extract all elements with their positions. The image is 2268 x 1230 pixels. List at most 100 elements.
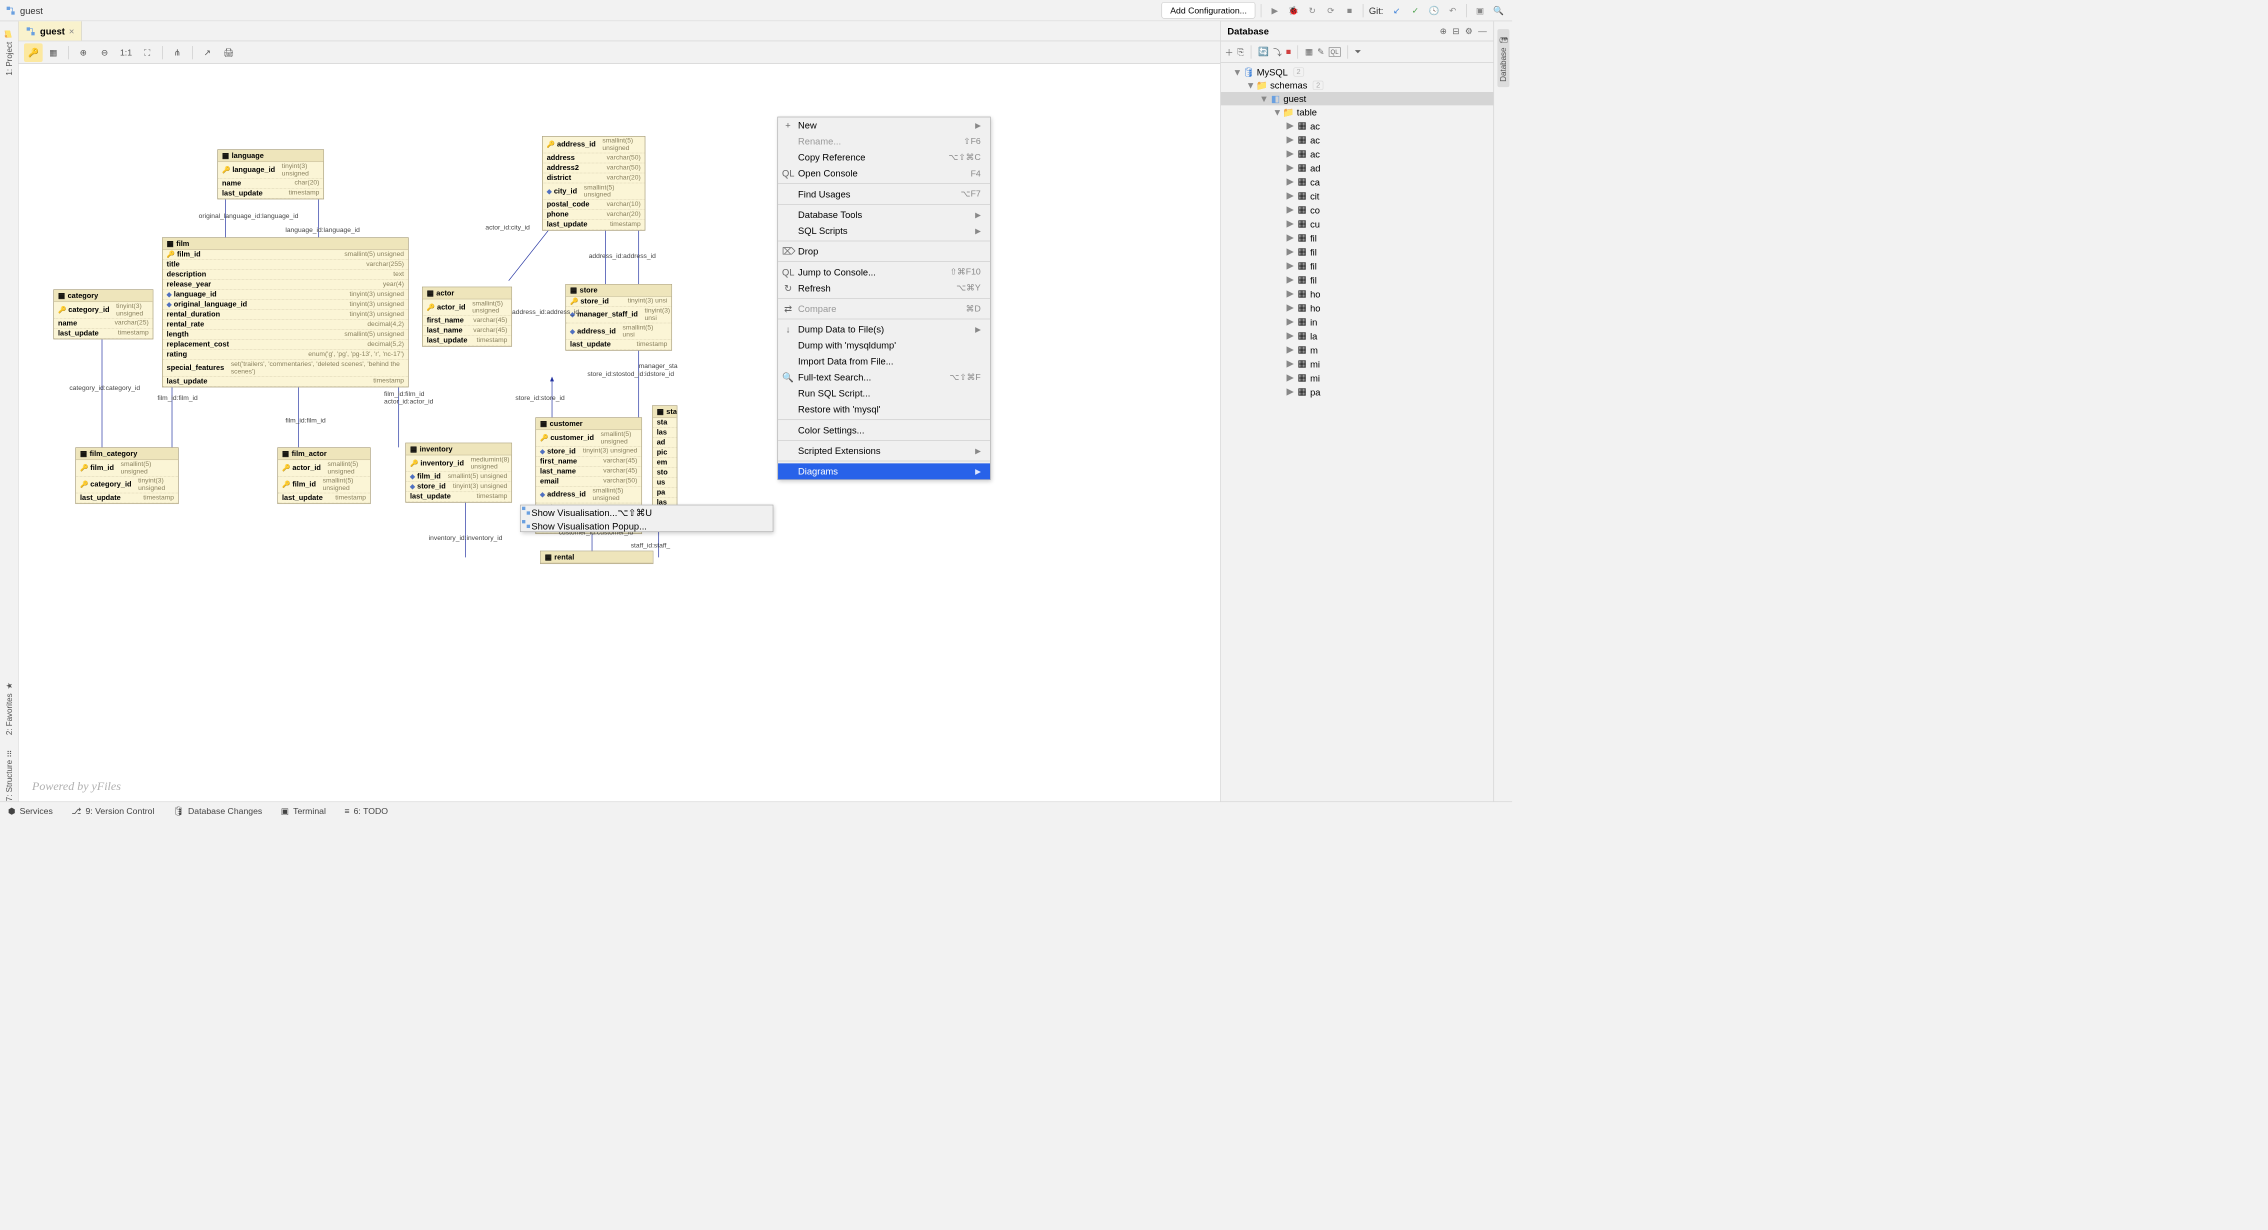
menu-item-import-data-from-file-[interactable]: Import Data from File... bbox=[778, 353, 990, 369]
tree-table-item[interactable]: ▶▦mi bbox=[1221, 357, 1494, 371]
zoom-actual-icon[interactable]: 1:1 bbox=[117, 43, 136, 62]
services-tab[interactable]: ⬢Services bbox=[8, 806, 53, 817]
terminal-tab[interactable]: ▣Terminal bbox=[281, 806, 326, 817]
menu-item-dump-with-mysqldump-[interactable]: Dump with 'mysqldump' bbox=[778, 337, 990, 353]
database-tool-tab[interactable]: Database🛢 bbox=[1497, 29, 1509, 87]
menu-item-full-text-search-[interactable]: 🔍Full-text Search...⌥⇧⌘F bbox=[778, 369, 990, 385]
version-control-tab[interactable]: ⎇9: Version Control bbox=[71, 806, 154, 817]
menu-item-restore-with-mysql-[interactable]: Restore with 'mysql' bbox=[778, 401, 990, 417]
layout-icon[interactable]: ⋔ bbox=[168, 43, 187, 62]
sync-icon[interactable]: ⤵ bbox=[1273, 45, 1282, 58]
menu-item-open-console[interactable]: QLOpen ConsoleF4 bbox=[778, 165, 990, 181]
stop-icon[interactable]: ■ bbox=[1286, 47, 1291, 57]
tree-table-item[interactable]: ▶▦fil bbox=[1221, 231, 1494, 245]
table-view-icon[interactable]: ▦ bbox=[1305, 46, 1313, 57]
close-tab-icon[interactable]: × bbox=[69, 26, 74, 37]
tree-table-item[interactable]: ▶▦in bbox=[1221, 315, 1494, 329]
menu-item-diagrams[interactable]: Diagrams▶ bbox=[778, 463, 990, 479]
export-icon[interactable]: ↗ bbox=[198, 43, 217, 62]
key-columns-icon[interactable]: 🔑 bbox=[24, 43, 43, 62]
db-changes-tab[interactable]: 🛢Database Changes bbox=[173, 806, 262, 817]
filter-icon[interactable]: ⏷ bbox=[1355, 46, 1362, 57]
entity-actor[interactable]: ▦actor 🔑actor_idsmallint(5) unsigned fir… bbox=[422, 287, 512, 347]
entity-film-actor[interactable]: ▦film_actor 🔑actor_idsmallint(5) unsigne… bbox=[277, 447, 370, 504]
refresh-icon[interactable]: 🔄 bbox=[1258, 46, 1269, 57]
entity-language[interactable]: ▦language 🔑language_idtinyint(3) unsigne… bbox=[217, 149, 324, 199]
tree-table-item[interactable]: ▶▦co bbox=[1221, 203, 1494, 217]
ide-scripting-icon[interactable]: ▣ bbox=[1472, 2, 1488, 18]
menu-item-find-usages[interactable]: Find Usages⌥F7 bbox=[778, 186, 990, 202]
scroll-icon[interactable]: ⊕ bbox=[1440, 26, 1447, 37]
menu-item-database-tools[interactable]: Database Tools▶ bbox=[778, 207, 990, 223]
tree-table-item[interactable]: ▶▦cu bbox=[1221, 217, 1494, 231]
fit-content-icon[interactable]: ⛶ bbox=[138, 43, 157, 62]
tree-table-item[interactable]: ▶▦ac bbox=[1221, 119, 1494, 133]
menu-item-drop[interactable]: ⌦Drop bbox=[778, 243, 990, 259]
editor-tab-guest[interactable]: guest × bbox=[19, 21, 82, 40]
entity-staff[interactable]: ▦sta stalasadpicemstouspalas bbox=[652, 405, 677, 508]
stop-icon[interactable]: ■ bbox=[1342, 2, 1358, 18]
tree-table-item[interactable]: ▶▦ca bbox=[1221, 175, 1494, 189]
tree-table-item[interactable]: ▶▦ad bbox=[1221, 161, 1494, 175]
menu-item-sql-scripts[interactable]: SQL Scripts▶ bbox=[778, 223, 990, 239]
tree-tables-folder[interactable]: ▼📁table bbox=[1221, 105, 1494, 118]
tree-table-item[interactable]: ▶▦pa bbox=[1221, 385, 1494, 399]
diagram-canvas[interactable]: ▦language 🔑language_idtinyint(3) unsigne… bbox=[19, 64, 1220, 801]
submenu-item-show-visualisation-[interactable]: Show Visualisation...⌥⇧⌘U bbox=[521, 505, 773, 518]
hide-icon[interactable]: — bbox=[1478, 26, 1487, 37]
tree-schemas[interactable]: ▼📁schemas2 bbox=[1221, 79, 1494, 92]
git-commit-icon[interactable]: ✓ bbox=[1407, 2, 1423, 18]
zoom-in-icon[interactable]: ⊕ bbox=[74, 43, 93, 62]
menu-item-jump-to-console-[interactable]: QLJump to Console...⇧⌘F10 bbox=[778, 264, 990, 280]
structure-tool-tab[interactable]: 7: Structure⠿ bbox=[4, 751, 13, 801]
menu-item-refresh[interactable]: ↻Refresh⌥⌘Y bbox=[778, 280, 990, 296]
git-history-icon[interactable]: 🕓 bbox=[1426, 2, 1442, 18]
tree-table-item[interactable]: ▶▦fil bbox=[1221, 245, 1494, 259]
project-tool-tab[interactable]: 1: Project📁 bbox=[4, 29, 13, 75]
new-datasource-icon[interactable]: ＋ bbox=[1225, 45, 1234, 58]
collapse-icon[interactable]: ⊟ bbox=[1452, 26, 1459, 37]
search-everywhere-icon[interactable]: 🔍 bbox=[1491, 2, 1507, 18]
tree-table-item[interactable]: ▶▦la bbox=[1221, 329, 1494, 343]
entity-category[interactable]: ▦category 🔑category_idtinyint(3) unsigne… bbox=[53, 289, 153, 339]
entity-store[interactable]: ▦store 🔑store_idtinyint(3) unsi ◆manager… bbox=[565, 284, 672, 351]
tree-datasource[interactable]: ▼🛢MySQL2 bbox=[1221, 65, 1494, 78]
tree-table-item[interactable]: ▶▦m bbox=[1221, 343, 1494, 357]
profile-icon[interactable]: ⟳ bbox=[1323, 2, 1339, 18]
menu-item-dump-data-to-file-s-[interactable]: ↓Dump Data to File(s)▶ bbox=[778, 321, 990, 337]
run-icon[interactable]: ▶ bbox=[1267, 2, 1283, 18]
entity-rental[interactable]: ▦rental bbox=[540, 551, 653, 564]
add-configuration-button[interactable]: Add Configuration... bbox=[1162, 2, 1256, 19]
tree-table-item[interactable]: ▶▦ho bbox=[1221, 301, 1494, 315]
edit-icon[interactable]: ✎ bbox=[1317, 46, 1324, 57]
tree-table-item[interactable]: ▶▦cit bbox=[1221, 189, 1494, 203]
gear-icon[interactable]: ⚙ bbox=[1465, 26, 1473, 37]
coverage-icon[interactable]: ↻ bbox=[1304, 2, 1320, 18]
print-icon[interactable]: 🖨 bbox=[219, 43, 238, 62]
tree-table-item[interactable]: ▶▦ac bbox=[1221, 133, 1494, 147]
tree-table-item[interactable]: ▶▦fil bbox=[1221, 273, 1494, 287]
todo-tab[interactable]: ≡6: TODO bbox=[345, 806, 388, 816]
tree-schema-guest[interactable]: ▼◧guest bbox=[1221, 92, 1494, 105]
tree-table-item[interactable]: ▶▦fil bbox=[1221, 259, 1494, 273]
entity-film[interactable]: ▦film 🔑film_idsmallint(5) unsignedtitlev… bbox=[162, 237, 409, 387]
zoom-out-icon[interactable]: ⊖ bbox=[95, 43, 114, 62]
entity-inventory[interactable]: ▦inventory 🔑inventory_idmediumint(8) uns… bbox=[405, 443, 512, 503]
console-icon[interactable]: QL bbox=[1329, 47, 1341, 56]
menu-item-color-settings-[interactable]: Color Settings... bbox=[778, 422, 990, 438]
tree-table-item[interactable]: ▶▦mi bbox=[1221, 371, 1494, 385]
git-rollback-icon[interactable]: ↶ bbox=[1445, 2, 1461, 18]
tree-table-item[interactable]: ▶▦ac bbox=[1221, 147, 1494, 161]
submenu-item-show-visualisation-popup-[interactable]: Show Visualisation Popup... bbox=[521, 519, 773, 532]
favorites-tool-tab[interactable]: 2: Favorites★ bbox=[4, 682, 13, 736]
menu-item-run-sql-script-[interactable]: Run SQL Script... bbox=[778, 385, 990, 401]
entity-film-category[interactable]: ▦film_category 🔑film_idsmallint(5) unsig… bbox=[75, 447, 178, 504]
duplicate-icon[interactable]: ⎘ bbox=[1237, 46, 1244, 57]
menu-item-copy-reference[interactable]: Copy Reference⌥⇧⌘C bbox=[778, 149, 990, 165]
menu-item-new[interactable]: +New▶ bbox=[778, 117, 990, 133]
all-columns-icon[interactable]: ▦ bbox=[44, 43, 63, 62]
tree-table-item[interactable]: ▶▦ho bbox=[1221, 287, 1494, 301]
debug-icon[interactable]: 🐞 bbox=[1286, 2, 1302, 18]
git-update-icon[interactable]: ↙ bbox=[1389, 2, 1405, 18]
menu-item-scripted-extensions[interactable]: Scripted Extensions▶ bbox=[778, 443, 990, 459]
